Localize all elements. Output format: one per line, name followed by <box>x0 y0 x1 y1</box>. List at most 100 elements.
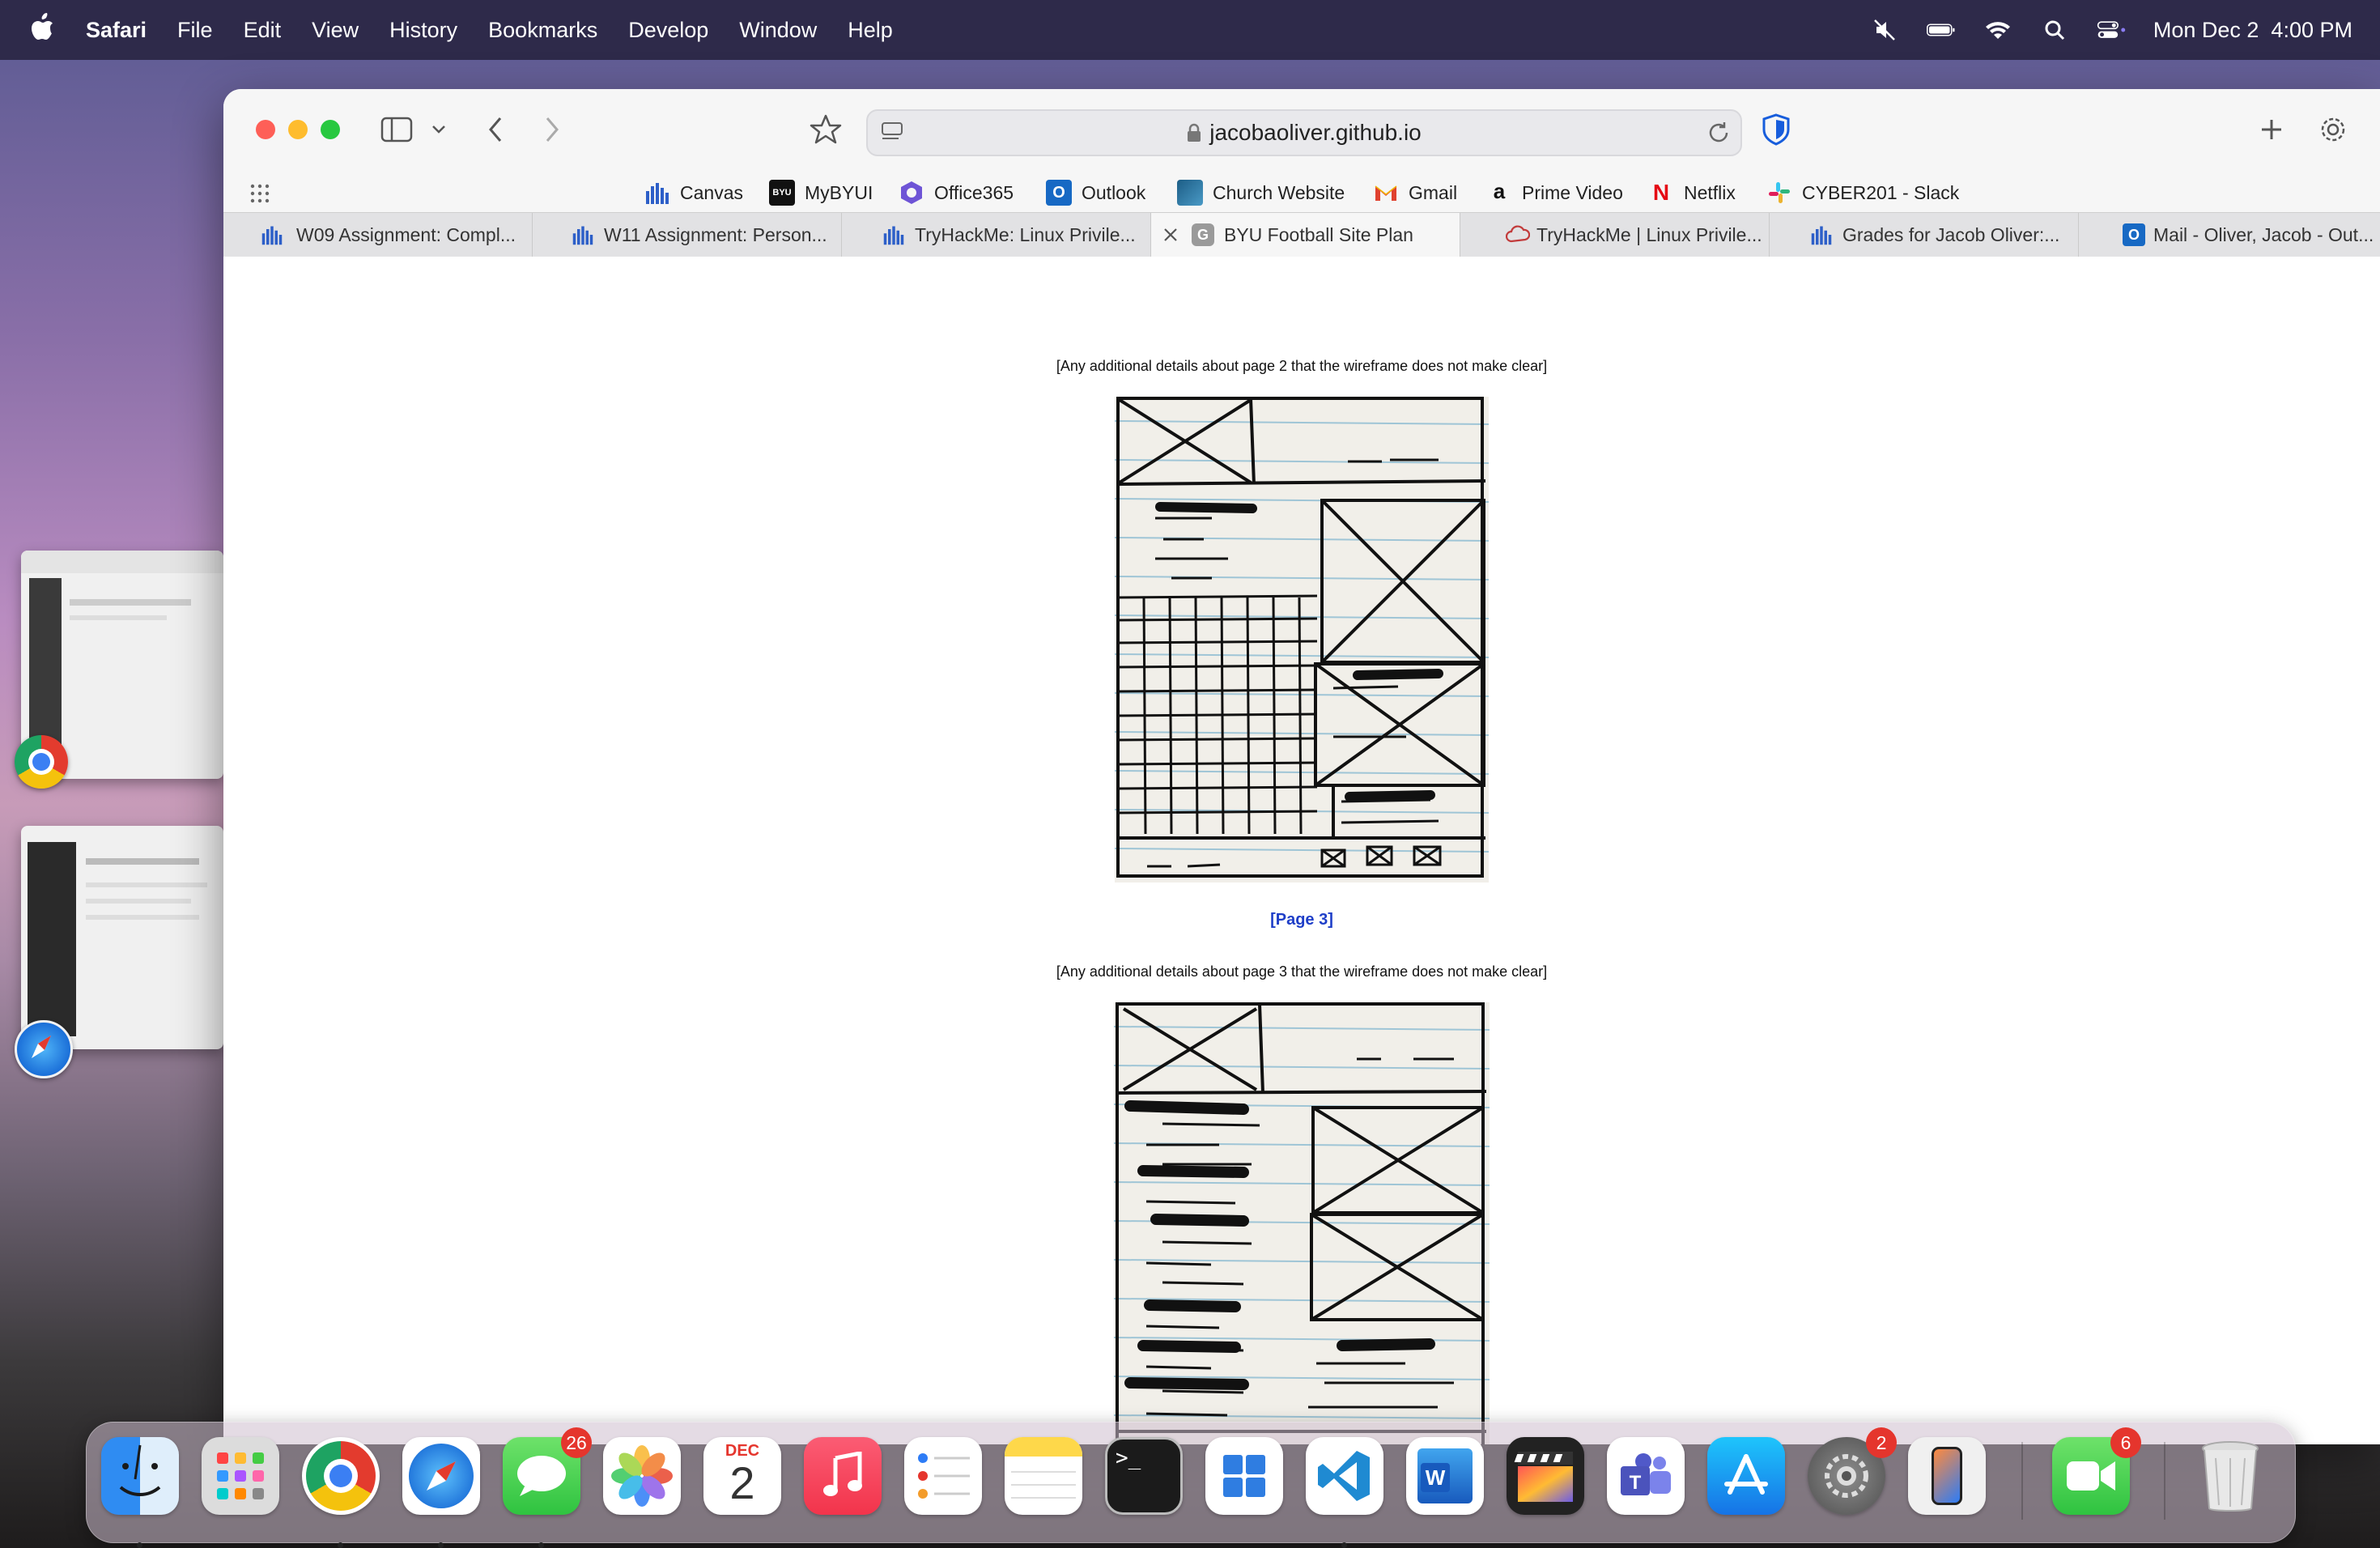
menu-history[interactable]: History <box>389 18 457 43</box>
bookmark-label: Church Website <box>1213 181 1345 203</box>
sidebar-toggle-icon[interactable] <box>379 112 414 147</box>
stage-manager-window-thumbnail[interactable] <box>21 826 223 1049</box>
dock-teams-icon[interactable]: T <box>1607 1437 1685 1515</box>
dock-windows-app-icon[interactable] <box>1205 1437 1283 1515</box>
spotlight-search-icon[interactable] <box>2040 19 2069 41</box>
menu-window[interactable]: Window <box>739 18 817 43</box>
mute-icon[interactable] <box>1870 19 1899 41</box>
bookmark-canvas[interactable]: Canvas <box>644 180 743 206</box>
dock-final-cut-icon[interactable] <box>1507 1437 1584 1515</box>
menu-view[interactable]: View <box>312 18 359 43</box>
dock-messages-icon[interactable]: 26 <box>503 1427 592 1548</box>
control-center-icon[interactable] <box>2097 19 2126 41</box>
dock-terminal-icon[interactable]: >_ <box>1105 1437 1183 1515</box>
running-indicator <box>538 1542 544 1548</box>
dock-word-icon[interactable]: W <box>1406 1437 1484 1515</box>
menu-app-safari[interactable]: Safari <box>86 18 147 43</box>
settings-gear-icon[interactable] <box>2317 112 2349 147</box>
dock-launchpad-icon[interactable] <box>202 1437 279 1515</box>
dock-app-store-icon[interactable] <box>1707 1437 1785 1515</box>
lock-icon <box>1187 123 1201 142</box>
apps-grid-icon[interactable] <box>249 183 270 209</box>
tab-tryhackme-linux[interactable]: TryHackMe: Linux Privile... <box>842 213 1151 257</box>
bookmark-prime-video[interactable]: a Prime Video <box>1486 180 1623 206</box>
bookmark-cyber201-slack[interactable]: CYBER201 - Slack <box>1766 180 1959 206</box>
reload-icon[interactable] <box>1706 121 1731 151</box>
page-content: [Any additional details about page 2 tha… <box>223 257 2380 1444</box>
bookmark-office365[interactable]: Office365 <box>899 180 1014 206</box>
bookmark-label: Gmail <box>1409 181 1458 203</box>
tab-label: Grades for Jacob Oliver:... <box>1842 223 2060 245</box>
byui-icon: BYU <box>769 180 795 206</box>
battery-icon[interactable] <box>1926 19 1956 41</box>
dock-separator <box>2021 1442 2023 1520</box>
page-3-link[interactable]: [Page 3] <box>223 911 2380 929</box>
dock-chrome-icon[interactable] <box>302 1437 380 1548</box>
chrome-app-icon[interactable] <box>15 735 68 789</box>
dock-photos-icon[interactable] <box>603 1437 681 1515</box>
new-tab-plus-icon[interactable] <box>2257 112 2286 147</box>
address-bar[interactable]: jacobaoliver.github.io <box>866 109 1742 156</box>
tab-w11-assignment[interactable]: W11 Assignment: Person... <box>533 213 842 257</box>
bookmark-mybyui[interactable]: BYU MyBYUI <box>769 180 873 206</box>
dock-vscode-icon[interactable] <box>1306 1437 1383 1548</box>
url-text[interactable]: jacobaoliver.github.io <box>1209 120 1422 146</box>
dock-notes-icon[interactable] <box>1005 1437 1082 1515</box>
menu-develop[interactable]: Develop <box>628 18 708 43</box>
bookmark-star-icon[interactable] <box>808 112 844 147</box>
bookmark-label: CYBER201 - Slack <box>1802 181 1960 203</box>
tab-label: TryHackMe | Linux Privile... <box>1536 223 1762 245</box>
tab-tryhackme-linux-2[interactable]: TryHackMe | Linux Privile... <box>1460 213 1770 257</box>
menu-edit[interactable]: Edit <box>244 18 282 43</box>
tab-close-icon[interactable] <box>1162 226 1179 248</box>
close-window-button[interactable] <box>256 120 275 139</box>
apple-menu-icon[interactable] <box>31 12 58 48</box>
svg-text:T: T <box>1630 1472 1642 1494</box>
bookmark-label: Outlook <box>1082 181 1146 203</box>
bookmark-netflix[interactable]: N Netflix <box>1648 180 1736 206</box>
tab-label: W11 Assignment: Person... <box>604 223 827 245</box>
dock-finder-icon[interactable] <box>101 1437 179 1548</box>
dock-calendar-icon[interactable]: DEC 2 <box>703 1437 781 1515</box>
dock-music-icon[interactable] <box>804 1437 882 1515</box>
page3-details-caption: [Any additional details about page 3 tha… <box>1056 963 1548 980</box>
tab-label: Mail - Oliver, Jacob - Out... <box>2153 223 2374 245</box>
bitwarden-extension-icon[interactable] <box>1758 112 1794 147</box>
bookmark-label: Prime Video <box>1522 181 1623 203</box>
tab-byu-football-site-plan[interactable]: G BYU Football Site Plan <box>1151 213 1460 257</box>
bookmark-gmail[interactable]: Gmail <box>1373 180 1457 206</box>
wireframe-image-page-3 <box>1113 1002 1490 1444</box>
wifi-icon[interactable] <box>1983 19 2012 41</box>
bookmark-church-website[interactable]: Church Website <box>1177 180 1345 206</box>
office365-icon <box>899 180 924 206</box>
menu-bookmarks[interactable]: Bookmarks <box>488 18 597 43</box>
dock-trash-icon[interactable] <box>2191 1437 2269 1515</box>
menu-file[interactable]: File <box>177 18 213 43</box>
dock-iphone-mirroring-icon[interactable] <box>1908 1437 1986 1515</box>
tab-group-chevron-down-icon[interactable] <box>429 112 448 147</box>
bookmark-label: Canvas <box>680 181 743 203</box>
page-menu-icon[interactable] <box>881 121 905 149</box>
back-arrow-icon[interactable] <box>484 112 507 147</box>
calendar-day: 2 <box>729 1457 755 1508</box>
maximize-window-button[interactable] <box>321 120 340 139</box>
amazon-icon: a <box>1493 179 1506 203</box>
tab-mail-outlook[interactable]: O Mail - Oliver, Jacob - Out... <box>2079 213 2380 257</box>
minimize-window-button[interactable] <box>288 120 308 139</box>
tab-label: TryHackMe: Linux Privile... <box>915 223 1136 245</box>
dock-reminders-icon[interactable] <box>904 1437 982 1515</box>
safari-app-icon[interactable] <box>15 1020 73 1078</box>
browser-toolbar: jacobaoliver.github.io <box>223 89 2380 172</box>
tryhackme-cloud-icon <box>1505 223 1531 246</box>
bookmark-outlook[interactable]: O Outlook <box>1046 180 1145 206</box>
tab-grades-jacob-oliver[interactable]: Grades for Jacob Oliver:... <box>1770 213 2079 257</box>
dock-system-settings-icon[interactable]: 2 <box>1808 1427 1897 1515</box>
tab-w09-assignment[interactable]: W09 Assignment: Compl... <box>223 213 533 257</box>
forward-arrow-icon[interactable] <box>541 112 563 147</box>
menu-help[interactable]: Help <box>848 18 893 43</box>
slack-icon <box>1766 180 1792 206</box>
netflix-icon: N <box>1652 180 1670 205</box>
dock-facetime-icon[interactable]: 6 <box>2052 1427 2141 1515</box>
dock-safari-icon[interactable] <box>402 1437 480 1548</box>
menubar-clock[interactable]: Mon Dec 2 4:00 PM <box>2153 18 2352 43</box>
